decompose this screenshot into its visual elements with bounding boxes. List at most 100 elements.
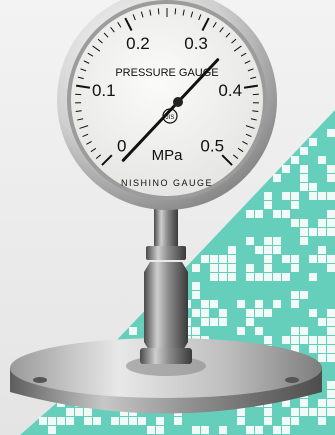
pattern-pixel (192, 426, 200, 434)
pattern-pixel (291, 291, 299, 299)
dial-maker: NISHINO GAUGE (121, 178, 213, 188)
pattern-pixel (210, 273, 218, 281)
pattern-pixel (246, 309, 254, 317)
pattern-pixel (264, 336, 272, 344)
pattern-pixel (219, 255, 227, 263)
pattern-pixel (192, 327, 200, 335)
pattern-pixel (282, 255, 290, 263)
pattern-pixel (300, 147, 308, 155)
pattern-pixel (66, 408, 74, 416)
pattern-pixel (300, 237, 308, 245)
pattern-pixel (174, 417, 182, 425)
pattern-pixel (300, 327, 308, 335)
pattern-pixel (282, 426, 290, 434)
pattern-pixel (327, 390, 335, 398)
pattern-pixel (273, 210, 281, 218)
dial-scale-label: 0.3 (184, 34, 208, 53)
pattern-pixel (201, 309, 209, 317)
pattern-pixel (246, 237, 254, 245)
pattern-pixel (300, 291, 308, 299)
pattern-pixel (120, 417, 128, 425)
pattern-pixel (210, 264, 218, 272)
pattern-pixel (228, 255, 236, 263)
pattern-pixel (300, 165, 308, 173)
pattern-pixel (327, 327, 335, 335)
pattern-pixel (255, 309, 263, 317)
pattern-pixel (309, 336, 317, 344)
pattern-pixel (318, 219, 326, 227)
pattern-pixel (201, 318, 209, 326)
pattern-pixel (210, 255, 218, 263)
pattern-pixel (210, 300, 218, 308)
pattern-pixel (327, 210, 335, 218)
pattern-pixel (318, 408, 326, 416)
pattern-pixel (318, 399, 326, 407)
pattern-pixel (219, 426, 227, 434)
pattern-pixel (219, 264, 227, 272)
pattern-pixel (192, 291, 200, 299)
pattern-pixel (192, 264, 200, 272)
pattern-pixel (75, 408, 83, 416)
needle-hub (173, 97, 183, 107)
pattern-pixel (237, 408, 245, 416)
pattern-pixel (264, 192, 272, 200)
pattern-pixel (318, 417, 326, 425)
pattern-pixel (291, 300, 299, 308)
pattern-pixel (300, 399, 308, 407)
pattern-pixel (246, 318, 254, 326)
pattern-pixel (192, 282, 200, 290)
pattern-pixel (327, 219, 335, 227)
pattern-pixel (327, 255, 335, 263)
pattern-pixel (318, 354, 326, 362)
gauge-dial (71, 4, 263, 196)
pattern-pixel (291, 408, 299, 416)
dial-scale-label: 0.2 (126, 34, 150, 53)
pattern-pixel (327, 309, 335, 317)
pattern-pixel (318, 246, 326, 254)
pattern-pixel (309, 255, 317, 263)
pattern-pixel (273, 300, 281, 308)
pattern-pixel (219, 273, 227, 281)
pattern-pixel (201, 300, 209, 308)
pattern-pixel (201, 426, 209, 434)
pattern-pixel (255, 246, 263, 254)
pattern-pixel (327, 228, 335, 236)
pattern-pixel (318, 156, 326, 164)
pattern-pixel (66, 417, 74, 425)
pattern-pixel (264, 201, 272, 209)
pattern-pixel (291, 327, 299, 335)
dial-tick (157, 8, 160, 15)
pattern-pixel (318, 318, 326, 326)
pattern-pixel (246, 273, 254, 281)
pattern-pixel (318, 228, 326, 236)
pattern-pixel (318, 345, 326, 353)
pattern-pixel (282, 210, 290, 218)
pattern-pixel (327, 192, 335, 200)
pattern-pixel (300, 336, 308, 344)
pattern-pixel (327, 264, 335, 272)
pattern-pixel (273, 237, 281, 245)
pattern-pixel (264, 408, 272, 416)
pattern-pixel (300, 174, 308, 182)
pattern-pixel (327, 408, 335, 416)
pattern-pixel (255, 210, 263, 218)
pattern-pixel (246, 264, 254, 272)
pattern-pixel (318, 336, 326, 344)
pattern-pixel (318, 192, 326, 200)
pattern-pixel (300, 228, 308, 236)
pattern-pixel (300, 219, 308, 227)
pattern-pixel (291, 336, 299, 344)
pattern-pixel (210, 318, 218, 326)
pattern-pixel (228, 264, 236, 272)
pattern-pixel (264, 255, 272, 263)
pattern-pixel (246, 426, 254, 434)
pattern-pixel (309, 273, 317, 281)
pattern-pixel (228, 273, 236, 281)
pattern-pixel (219, 309, 227, 317)
pattern-pixel (291, 255, 299, 263)
pattern-pixel (309, 138, 317, 146)
pattern-pixel (129, 327, 137, 335)
dial-scale-label: 0.1 (92, 81, 116, 100)
pattern-pixel (309, 192, 317, 200)
pattern-pixel (282, 417, 290, 425)
